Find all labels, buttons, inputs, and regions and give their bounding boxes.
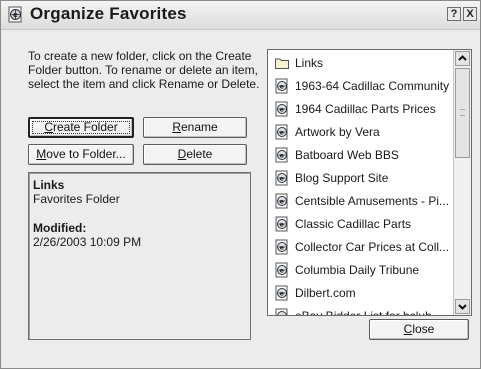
web-page-icon: e [274, 239, 290, 255]
create-folder-button[interactable]: Create Folder [28, 117, 134, 138]
scrollbar-thumb[interactable] [455, 68, 470, 158]
delete-label-post: elete [186, 147, 213, 161]
chevron-up-icon [458, 55, 467, 61]
modified-date: 2/26/2003 10:09 PM [33, 235, 142, 249]
web-page-icon: e [274, 78, 290, 94]
web-page-icon: e [274, 262, 290, 278]
list-item[interactable]: e Columbia Daily Tribune [274, 259, 454, 281]
list-item[interactable]: e Classic Cadillac Parts [274, 213, 454, 235]
modified-label: Modified: [33, 221, 87, 235]
selected-item-type: Favorites Folder [33, 192, 120, 206]
folder-icon [274, 55, 290, 71]
list-item-label: 1963-64 Cadillac Community [295, 79, 450, 93]
list-item-label: Columbia Daily Tribune [295, 263, 420, 277]
svg-text:e: e [280, 152, 285, 160]
svg-text:e: e [280, 83, 285, 91]
svg-text:e: e [13, 11, 18, 19]
web-page-icon: e [274, 147, 290, 163]
svg-text:e: e [280, 313, 285, 317]
instructions-text: To create a new folder, click on the Cre… [28, 49, 260, 91]
web-page-icon: e [274, 101, 290, 117]
close-button[interactable]: Close [369, 319, 469, 340]
web-page-icon: e [274, 308, 290, 317]
list-item[interactable]: e Dilbert.com [274, 282, 454, 304]
list-item[interactable]: e Blog Support Site [274, 167, 454, 189]
list-item-label: 1964 Cadillac Parts Prices [295, 102, 436, 116]
list-item[interactable]: e 1964 Cadillac Parts Prices [274, 98, 454, 120]
favorites-page-icon: e [8, 6, 22, 23]
list-item[interactable]: e Collector Car Prices at Coll... [274, 236, 454, 258]
delete-mnemonic: D [177, 147, 187, 161]
delete-button[interactable]: Delete [143, 144, 247, 165]
list-item-label: Batboard Web BBS [295, 148, 399, 162]
move-to-folder-button[interactable]: Move to Folder... [28, 144, 134, 165]
list-item-folder[interactable]: Links [274, 52, 454, 74]
svg-text:e: e [280, 198, 285, 206]
svg-text:e: e [280, 175, 285, 183]
rename-button[interactable]: Rename [143, 117, 247, 138]
dialog-title: Organize Favorites [30, 4, 187, 23]
list-item-label: Artwork by Vera [295, 125, 380, 139]
web-page-icon: e [274, 285, 290, 301]
move-to-folder-mnemonic: M [36, 147, 47, 161]
web-page-icon: e [274, 216, 290, 232]
close-window-button[interactable]: X [463, 7, 477, 21]
list-item[interactable]: e 1963-64 Cadillac Community [274, 75, 454, 97]
list-item-label: Classic Cadillac Parts [295, 217, 412, 231]
thumb-grip [460, 109, 465, 116]
list-item-label: Dilbert.com [295, 286, 356, 300]
list-item-label: Collector Car Prices at Coll... [295, 240, 450, 254]
svg-text:e: e [280, 129, 285, 137]
title-bar[interactable]: e Organize Favorites ? X [1, 1, 480, 30]
list-item-label: eBay Bidder List for bcluh [295, 309, 432, 316]
close-label-post: lose [412, 322, 435, 336]
web-page-icon: e [274, 124, 290, 140]
svg-text:e: e [280, 244, 285, 252]
svg-text:e: e [280, 106, 285, 114]
list-item-label: Centsible Amusements - Pi... [295, 194, 450, 208]
favorites-list[interactable]: Links e 1963-64 Cadillac Community e 1964 Ca… [267, 49, 472, 316]
vertical-scrollbar[interactable] [453, 50, 471, 315]
web-page-icon: e [274, 193, 290, 209]
list-item[interactable]: e eBay Bidder List for bcluh [274, 305, 454, 317]
svg-text:e: e [280, 221, 285, 229]
list-item[interactable]: e Batboard Web BBS [274, 144, 454, 166]
list-item[interactable]: e Artwork by Vera [274, 121, 454, 143]
move-to-folder-label-post: ove to Folder... [46, 147, 126, 161]
scroll-up-button[interactable] [455, 51, 470, 66]
list-item[interactable]: e Centsible Amusements - Pi... [274, 190, 454, 212]
list-item-label: Blog Support Site [295, 171, 389, 185]
scroll-down-button[interactable] [455, 299, 470, 314]
item-info-panel: Links Favorites Folder Modified: 2/26/20… [28, 172, 251, 340]
help-button[interactable]: ? [447, 7, 461, 21]
svg-text:e: e [280, 290, 285, 298]
focus-rectangle [32, 121, 130, 134]
svg-text:e: e [280, 267, 285, 275]
list-item-label: Links [295, 56, 324, 70]
rename-mnemonic: R [172, 120, 181, 134]
chevron-down-icon [458, 304, 467, 310]
rename-label-post: ename [180, 120, 218, 134]
web-page-icon: e [274, 170, 290, 186]
organize-favorites-dialog: e Organize Favorites ? X To create a new… [0, 0, 481, 369]
selected-item-name: Links [33, 178, 65, 192]
